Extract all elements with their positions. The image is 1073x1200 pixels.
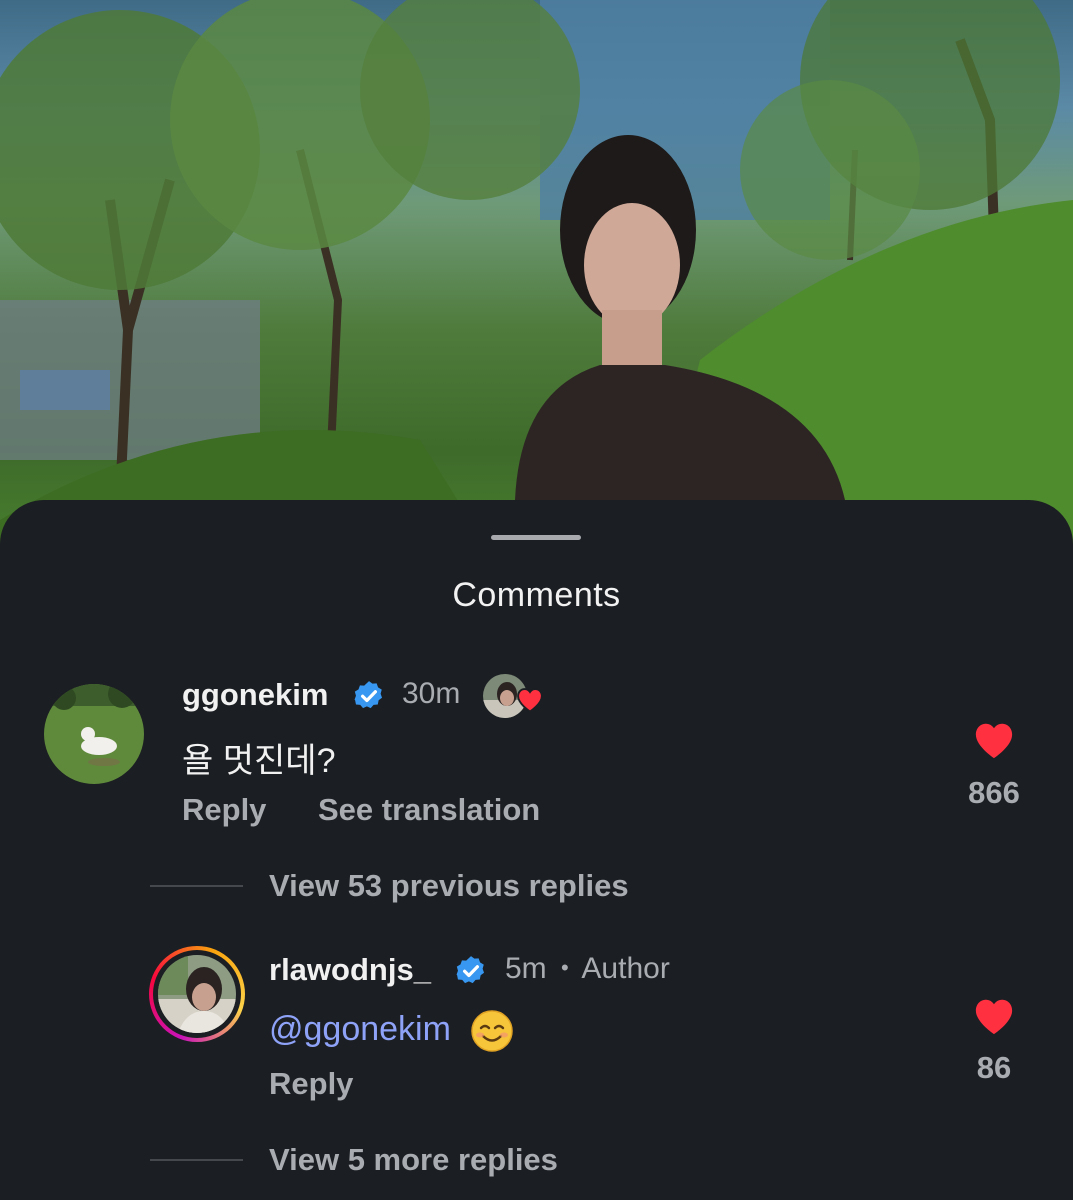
dog-on-grass-photo-icon: [44, 684, 144, 784]
sheet-title: Comments: [452, 576, 621, 614]
mention-link[interactable]: @ggonekim: [269, 1010, 451, 1048]
story-ring[interactable]: [149, 946, 245, 1042]
thread-divider: [150, 1159, 243, 1161]
verified-badge-icon: [354, 681, 383, 709]
comment-time: 30m: [402, 677, 461, 710]
heart-icon[interactable]: [971, 718, 1017, 760]
meta-separator: •: [561, 955, 569, 980]
comments-screen: Comments ggonekim 30m 욜 멋진데? Reply See t…: [0, 0, 1073, 1200]
profile-photo-icon: [158, 955, 236, 1033]
sheet-drag-handle[interactable]: [491, 535, 581, 540]
heart-icon[interactable]: [971, 994, 1017, 1036]
view-more-replies-button[interactable]: View 5 more replies: [269, 1142, 558, 1178]
reply-text: @ggonekim: [269, 1009, 514, 1053]
like-count: 866: [968, 775, 1020, 810]
like-count: 86: [976, 1050, 1012, 1085]
smiling-face-icon: [471, 1010, 514, 1052]
comment-avatar[interactable]: [44, 684, 144, 784]
thread-divider: [150, 885, 243, 887]
verified-badge-icon: [456, 956, 485, 984]
comment-text: 욜 멋진데?: [182, 742, 336, 780]
view-previous-replies-button[interactable]: View 53 previous replies: [269, 868, 629, 904]
reply-button[interactable]: Reply: [269, 1066, 353, 1102]
comment-username[interactable]: ggonekim: [182, 677, 328, 713]
reply-username[interactable]: rlawodnjs_: [269, 952, 431, 988]
reply-time-value: 5m: [505, 952, 547, 985]
reply-button[interactable]: Reply: [182, 792, 266, 828]
reply-time: 5m • Author: [505, 952, 670, 986]
see-translation-button[interactable]: See translation: [318, 792, 540, 828]
author-liked-heart-icon: [517, 688, 543, 713]
author-badge: Author: [581, 952, 670, 985]
reply-avatar: [158, 955, 236, 1033]
comments-sheet: Comments ggonekim 30m 욜 멋진데? Reply See t…: [0, 500, 1073, 1200]
